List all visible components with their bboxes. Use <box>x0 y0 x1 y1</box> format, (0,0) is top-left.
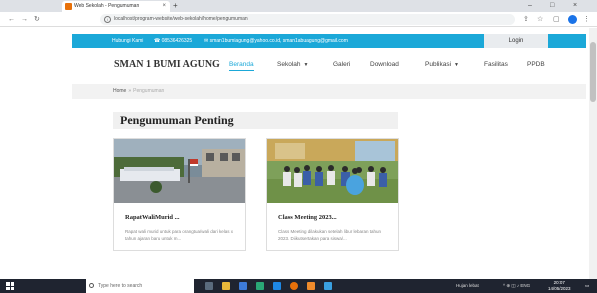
window-close-button[interactable]: × <box>573 0 577 12</box>
system-tray-icons[interactable]: ^ ⊕ ◫ ♪ ENG <box>503 279 530 293</box>
more-icon[interactable]: ⋮ <box>583 14 590 25</box>
nav-galeri[interactable]: Galeri <box>333 61 350 68</box>
share-icon[interactable]: ⇪ <box>523 14 529 25</box>
info-icon[interactable]: i <box>104 16 111 23</box>
breadcrumb-separator: » <box>128 88 132 94</box>
announcement-photo[interactable] <box>267 139 398 203</box>
star-icon[interactable]: ☆ <box>537 14 543 25</box>
weather-label[interactable]: Hujan lebat <box>456 279 479 293</box>
new-tab-button[interactable]: + <box>173 0 178 12</box>
store-icon[interactable] <box>239 282 247 290</box>
nav-sekolah[interactable]: Sekolah ▼ <box>277 61 308 68</box>
clock-date: 14/05/2023 <box>548 286 571 291</box>
vscode-icon[interactable] <box>273 282 281 290</box>
reload-icon[interactable]: ↻ <box>34 14 40 25</box>
forward-icon[interactable]: → <box>21 14 28 25</box>
site-brand[interactable]: SMAN 1 BUMI AGUNG <box>114 59 220 70</box>
url-text: localhost/program-website/web-sekolah/ho… <box>114 16 248 22</box>
notification-icon[interactable]: ▭ <box>585 279 589 293</box>
task-view-icon[interactable] <box>205 282 213 290</box>
chevron-down-icon: ▼ <box>303 62 309 68</box>
site-favicon-icon <box>65 3 72 10</box>
edge-icon[interactable] <box>256 282 264 290</box>
browser-toolbar: ← → ↻ i localhost/program-website/web-se… <box>0 12 597 27</box>
nav-download[interactable]: Download <box>370 61 399 68</box>
breadcrumb-home[interactable]: Home <box>113 88 126 94</box>
nav-fasilitas[interactable]: Fasilitas <box>484 61 508 68</box>
windows-icon[interactable] <box>6 282 14 290</box>
section-title: Pengumuman Penting <box>120 113 234 127</box>
file-explorer-icon[interactable] <box>222 282 230 290</box>
breadcrumb-current: Pengumuman <box>133 88 165 94</box>
browser-tab-title: Web Sekolah - Pengumuman <box>74 3 140 9</box>
search-icon <box>89 283 94 288</box>
browser-tab-strip: Web Sekolah - Pengumuman × + – □ × <box>0 0 597 12</box>
chevron-down-icon: ▼ <box>454 62 459 68</box>
taskbar-clock[interactable]: 20:07 14/05/2023 <box>548 280 571 292</box>
nav-publikasi-label: Publikasi <box>425 61 452 68</box>
announcement-title[interactable]: Class Meeting 2023... <box>278 214 337 221</box>
contact-label: Hubungi Kami <box>112 38 144 44</box>
nav-sekolah-label: Sekolah <box>277 61 301 68</box>
back-icon[interactable]: ← <box>8 14 15 25</box>
phone-number: ☎ 08536426325 <box>154 38 193 44</box>
announcement-title[interactable]: RapatWaliMurid ... <box>125 214 180 221</box>
email-address: ✉ sman1bumiagung@yahoo.co.id, sman1abuag… <box>204 38 348 44</box>
tab-close-icon[interactable]: × <box>162 1 166 12</box>
nav-publikasi[interactable]: Publikasi ▼ <box>425 61 459 68</box>
announcement-excerpt: Rapat wali murid untuk para orangtua/wal… <box>125 229 234 241</box>
tab-search-icon[interactable]: ▢ <box>553 14 560 25</box>
announcement-photo[interactable] <box>114 139 245 203</box>
os-taskbar: Type here to search Hujan lebat ^ ⊕ ◫ ♪ … <box>0 279 597 293</box>
scrollbar-thumb[interactable] <box>590 42 596 102</box>
nav-beranda[interactable]: Beranda <box>229 61 254 71</box>
taskbar-search-input[interactable]: Type here to search <box>86 279 194 293</box>
page-scrollbar[interactable] <box>589 28 597 279</box>
taskbar-search-placeholder: Type here to search <box>98 283 143 289</box>
contact-bar: Hubungi Kami ☎ 08536426325 ✉ sman1bumiag… <box>72 34 586 48</box>
window-maximize-button[interactable]: □ <box>550 0 554 12</box>
browser-tab[interactable]: Web Sekolah - Pengumuman × <box>62 1 170 12</box>
address-bar-input[interactable]: i localhost/program-website/web-sekolah/… <box>100 14 515 25</box>
announcement-card[interactable]: Class Meeting 2023... Class Meeting dila… <box>266 138 399 251</box>
login-button[interactable]: Login <box>484 34 548 48</box>
app-icon[interactable] <box>324 282 332 290</box>
chrome-icon[interactable] <box>290 282 298 290</box>
profile-icon[interactable] <box>568 15 577 24</box>
window-minimize-button[interactable]: – <box>528 0 532 12</box>
nav-ppdb[interactable]: PPDB <box>527 61 545 68</box>
xampp-icon[interactable] <box>307 282 315 290</box>
announcement-excerpt: Class Meeting dilakukan setelah libur le… <box>278 229 382 241</box>
main-navbar: SMAN 1 BUMI AGUNG Beranda Sekolah ▼ Galer… <box>72 48 586 84</box>
section-header: Pengumuman Penting <box>113 112 398 129</box>
announcement-card[interactable]: RapatWaliMurid ... Rapat wali murid untu… <box>113 138 246 251</box>
breadcrumb: Home» Pengumuman <box>72 84 586 99</box>
